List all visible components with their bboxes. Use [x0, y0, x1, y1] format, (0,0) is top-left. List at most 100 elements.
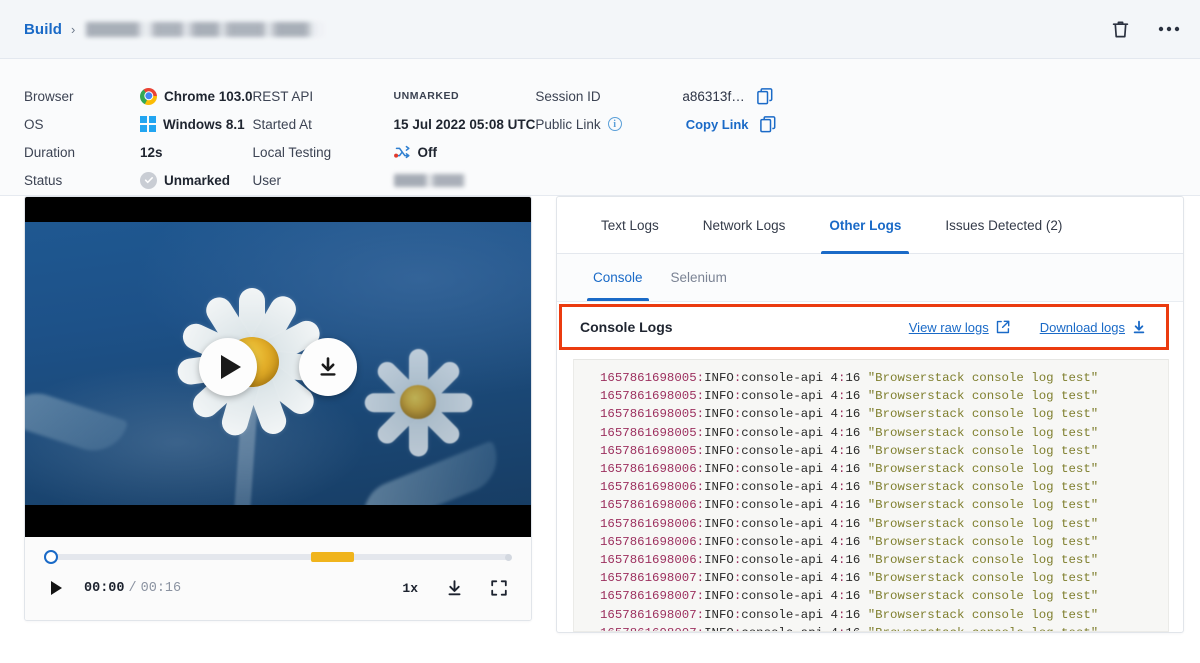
log-line-number: 4	[830, 480, 838, 495]
status-badge: Unmarked	[164, 172, 231, 188]
log-level: INFO	[704, 407, 734, 422]
log-col-number: 16	[845, 443, 868, 458]
video-right-controls: 1x	[402, 579, 507, 597]
log-line-number: 4	[830, 389, 838, 404]
log-source: console-api	[741, 425, 831, 440]
log-timestamp: 1657861698006	[600, 462, 697, 477]
copy-session-id-icon[interactable]	[756, 87, 773, 105]
log-col-number: 16	[845, 389, 868, 404]
console-logs-actions: View raw logs Download logs	[909, 320, 1146, 335]
log-timestamp: 1657861698005	[600, 425, 697, 440]
log-message: "Browserstack console log test"	[867, 607, 1099, 622]
log-sep: :	[696, 407, 705, 422]
total-time: 00:16	[140, 580, 182, 596]
current-time: 00:00	[84, 580, 125, 596]
seek-handle[interactable]	[44, 550, 58, 564]
seek-bar[interactable]	[41, 549, 515, 565]
log-sep: :	[696, 480, 705, 495]
log-source: console-api	[741, 516, 831, 531]
delete-button[interactable]	[1111, 19, 1130, 39]
tab-text-logs[interactable]: Text Logs	[579, 197, 681, 253]
log-level: INFO	[704, 553, 734, 568]
log-line-number: 4	[831, 626, 838, 631]
detail-row-started-at: Started At 15 Jul 2022 05:08 UTC	[253, 110, 536, 138]
log-col-number: 16	[845, 534, 868, 549]
detail-value-rest-api: UNMARKED	[393, 90, 460, 102]
seek-buffered-range	[311, 552, 354, 562]
tab-label: Text Logs	[601, 217, 659, 233]
download-logs-link[interactable]: Download logs	[1040, 320, 1146, 335]
log-source: console-api	[741, 607, 831, 622]
log-sep: :	[696, 571, 705, 586]
detail-value-local-testing: Off	[393, 144, 438, 160]
log-sep: :	[696, 516, 705, 531]
tab-other-logs[interactable]: Other Logs	[807, 197, 923, 254]
log-message: "Browserstack console log test"	[867, 425, 1099, 440]
log-line-number: 4	[830, 589, 838, 604]
logs-primary-tabs: Text Logs Network Logs Other Logs Issues De…	[557, 197, 1183, 254]
detail-text-local-testing: Off	[417, 144, 438, 160]
detail-row-os: OS Windows 8.1	[24, 110, 253, 138]
log-line: 1657861698007:INFO:console-api 4:16 "Bro…	[600, 624, 1168, 631]
detail-row-status: Status Unmarked	[24, 166, 253, 194]
fullscreen-button[interactable]	[491, 580, 507, 596]
play-button[interactable]	[51, 581, 62, 595]
log-source: console-api	[741, 389, 831, 404]
breadcrumb-separator: ›	[71, 21, 76, 37]
log-sep: :	[696, 371, 705, 385]
check-circle-icon	[140, 171, 157, 189]
breadcrumb-bar: Build ›	[0, 0, 1200, 59]
copy-link-button[interactable]: Copy Link	[686, 117, 749, 132]
details-column-right: Session ID a86313f… Public Link i Copy L…	[535, 82, 775, 195]
log-line-number: 4	[830, 498, 838, 513]
log-col-number: 16	[845, 425, 868, 440]
more-options-button[interactable]	[1158, 26, 1180, 32]
log-sep: :	[697, 626, 704, 631]
tab-network-logs[interactable]: Network Logs	[681, 197, 808, 253]
tab-issues-detected-2[interactable]: Issues Detected (2)	[923, 197, 1084, 253]
detail-value-os: Windows 8.1	[140, 116, 245, 132]
log-line: 1657861698005:INFO:console-api 4:16 "Bro…	[600, 442, 1168, 460]
log-source: console-api	[741, 589, 831, 604]
video-stage[interactable]	[25, 197, 531, 537]
tab-label: Network Logs	[702, 217, 786, 233]
log-message: "Browserstack console log test"	[867, 389, 1099, 404]
log-timestamp: 1657861698006	[600, 553, 697, 568]
log-sep: :	[696, 389, 705, 404]
log-timestamp: 1657861698005	[600, 389, 697, 404]
playback-speed-button[interactable]: 1x	[402, 581, 418, 596]
chrome-icon	[140, 87, 157, 105]
log-line-number: 4	[830, 371, 838, 385]
copy-link-icon[interactable]	[759, 115, 776, 133]
info-icon[interactable]: i	[607, 117, 622, 131]
log-level: INFO	[704, 443, 734, 458]
log-source: console-api	[741, 626, 830, 631]
log-line: 1657861698006:INFO:console-api 4:16 "Bro…	[600, 496, 1168, 514]
log-message: "Browserstack console log test"	[867, 498, 1099, 513]
log-level: INFO	[704, 480, 734, 495]
video-overlay-buttons	[25, 197, 531, 537]
console-logs-output[interactable]: 1657861698005:INFO:console-api 4:16 "Bro…	[573, 359, 1169, 632]
breadcrumb-build-link[interactable]: Build	[24, 21, 62, 38]
log-col-number: 16	[845, 462, 868, 477]
log-col-number: 16	[845, 371, 868, 385]
log-line: 1657861698005:INFO:console-api 4:16 "Bro…	[600, 405, 1168, 423]
download-overlay-button[interactable]	[299, 338, 357, 396]
download-video-button[interactable]	[446, 579, 463, 597]
detail-label-started-at: Started At	[252, 116, 312, 132]
log-timestamp: 1657861698007	[600, 626, 697, 631]
log-message: "Browserstack console log test"	[867, 407, 1099, 422]
view-raw-logs-link[interactable]: View raw logs	[909, 320, 1010, 335]
detail-row-public-link: Public Link i Copy Link	[535, 110, 775, 138]
log-level: INFO	[704, 589, 734, 604]
detail-row-local-testing: Local Testing Off	[253, 138, 536, 166]
seek-track[interactable]	[49, 554, 511, 560]
play-overlay-button[interactable]	[199, 338, 257, 396]
detail-row-rest-api: REST API UNMARKED	[253, 82, 536, 110]
log-col-number: 16	[845, 571, 868, 586]
log-timestamp: 1657861698005	[600, 407, 697, 422]
subtab-console[interactable]: Console	[579, 254, 657, 301]
subtab-selenium[interactable]: Selenium	[657, 254, 741, 301]
detail-value-session-id: a86313f…	[682, 88, 745, 104]
console-logs-title: Console Logs	[580, 319, 673, 335]
